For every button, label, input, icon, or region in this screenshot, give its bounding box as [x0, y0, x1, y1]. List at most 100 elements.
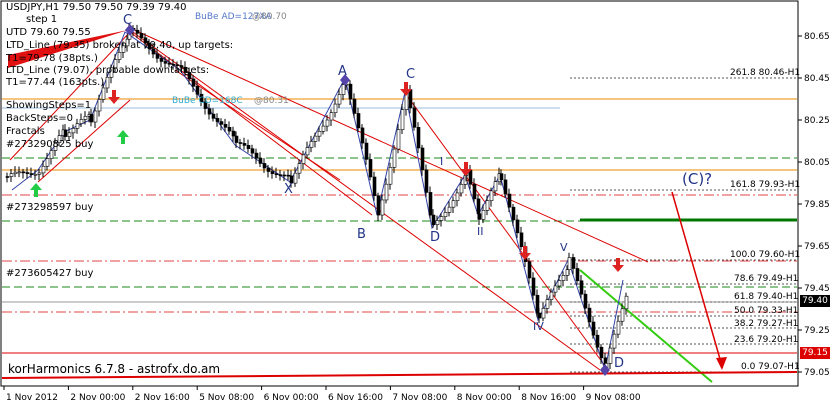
price-tick-label: 80.65	[804, 32, 830, 42]
candle-body	[83, 115, 88, 120]
time-tick-label: 8 Nov 00:00	[457, 393, 512, 403]
candle-body	[591, 321, 596, 336]
candle-body	[459, 183, 464, 194]
candle-body	[75, 123, 80, 129]
candle-body	[33, 173, 38, 176]
candle-body	[477, 213, 482, 220]
info-step: step 1	[26, 14, 58, 25]
candle-body	[485, 200, 490, 211]
candle-body	[431, 214, 436, 225]
candle-body	[207, 108, 212, 115]
bube-cd-label: BuBe CD=168C	[172, 96, 243, 106]
order-label-3[interactable]: #273605427 buy	[6, 269, 93, 279]
candle-body	[481, 210, 486, 220]
candle-body	[105, 76, 110, 89]
candle-body	[139, 33, 144, 39]
candle-body	[595, 334, 600, 348]
price-chart[interactable]: 80.65 80.45 80.25 80.05 79.85 79.65 79.45 79.25…	[0, 0, 837, 407]
candle-body	[561, 275, 566, 281]
candle-body	[553, 285, 558, 293]
candle-body	[392, 148, 397, 168]
candle-body	[507, 193, 512, 208]
candle-body	[352, 98, 357, 114]
candle-body	[599, 346, 604, 359]
candle-body	[356, 113, 361, 129]
info-t1-up: T1=79.78 (38pts.)	[6, 53, 98, 64]
info-back-steps: BackSteps=0	[6, 113, 73, 124]
candle-body	[246, 145, 251, 149]
point-d-mid: D	[430, 230, 441, 245]
candle-body	[219, 121, 224, 125]
candle-body	[211, 113, 216, 119]
candle-body	[451, 200, 456, 208]
candle-body	[97, 99, 102, 112]
info-ltd-broken: LTD_Line (79.35) broken at 79.40, up tar…	[6, 40, 234, 51]
candle-body	[515, 219, 520, 234]
candle-body	[305, 147, 310, 156]
candle-body	[396, 129, 401, 150]
candle-body	[286, 174, 291, 177]
candle-body	[567, 257, 572, 270]
candle-body	[571, 257, 576, 269]
bube-ad-price: @80.70	[252, 12, 287, 22]
candle-body	[71, 128, 76, 134]
candle-body	[616, 320, 621, 335]
fibo-label-161: 161.8 79.93-H1	[730, 180, 801, 190]
fibo-label-23: 23.6 79.20-H1	[734, 335, 799, 345]
candle-body	[37, 172, 42, 175]
price-tick-label: 80.25	[804, 116, 830, 126]
candle-body	[117, 52, 122, 60]
price-tick-label: 79.65	[804, 242, 830, 252]
time-tick-label: 6 Nov 00:00	[264, 393, 319, 403]
candle-body	[435, 220, 440, 225]
candle-body	[5, 176, 10, 178]
candle-body	[79, 119, 84, 124]
candle-body	[262, 163, 267, 169]
candle-body	[388, 166, 393, 185]
price-axis: 80.65 80.45 80.25 80.05 79.85 79.65 79.45 79.25…	[798, 32, 830, 378]
candle-body	[468, 170, 473, 185]
green-up-arrow-icon	[117, 130, 129, 144]
candle-body	[163, 61, 168, 64]
candle-body	[223, 124, 228, 128]
time-tick-label: 6 Nov 16:00	[328, 393, 383, 403]
candle-body	[537, 312, 542, 319]
candle-body	[439, 216, 444, 221]
candle-body	[274, 173, 279, 176]
candle-body	[313, 135, 318, 142]
point-c-top: C	[123, 13, 133, 28]
wave-ii: II	[477, 225, 484, 238]
candle-body	[624, 295, 629, 310]
fibo-label-50: 50.0 79.33-H1	[734, 306, 799, 316]
point-b: B	[357, 227, 366, 242]
red-down-arrow-icon	[108, 90, 120, 104]
price-tick-label: 79.25	[804, 326, 830, 336]
candle-body	[360, 127, 365, 144]
candle-body	[25, 172, 30, 174]
time-tick-label: 8 Nov 16:00	[521, 393, 576, 403]
indicator-label: korHarmonics 6.7.8 - astrofx.do.am	[8, 362, 221, 376]
time-tick-label: 7 Nov 08:00	[392, 393, 447, 403]
candle-body	[297, 163, 302, 174]
order-label-1[interactable]: #273290825 buy	[6, 140, 93, 150]
order-label-2[interactable]: #273298597 buy	[6, 203, 93, 213]
time-axis: 1 Nov 2012 2 Nov 00:00 2 Nov 16:00 5 Nov 08…	[3, 386, 641, 403]
red-price-label: 79.15	[800, 347, 830, 359]
fibo-label-0: 0.0 79.07-H1	[741, 362, 800, 372]
candle-body	[428, 192, 433, 216]
fibo-label-61: 61.8 79.40-H1	[734, 292, 799, 302]
candle-body	[321, 125, 326, 132]
candle-body	[159, 58, 164, 62]
candle-body	[531, 277, 536, 296]
chart-window[interactable]: 80.65 80.45 80.25 80.05 79.85 79.65 79.45 79.25…	[0, 0, 837, 407]
candle-body	[489, 190, 494, 201]
candle-body	[41, 165, 46, 174]
candle-body	[101, 87, 106, 100]
candle-body	[258, 157, 263, 164]
candle-body	[278, 174, 283, 177]
candle-body	[376, 195, 381, 216]
candle-body	[17, 171, 22, 174]
info-utd: UTD 79.60 79.55	[6, 27, 91, 38]
candle-body	[447, 206, 452, 213]
wave-label: (C)?	[682, 170, 713, 188]
